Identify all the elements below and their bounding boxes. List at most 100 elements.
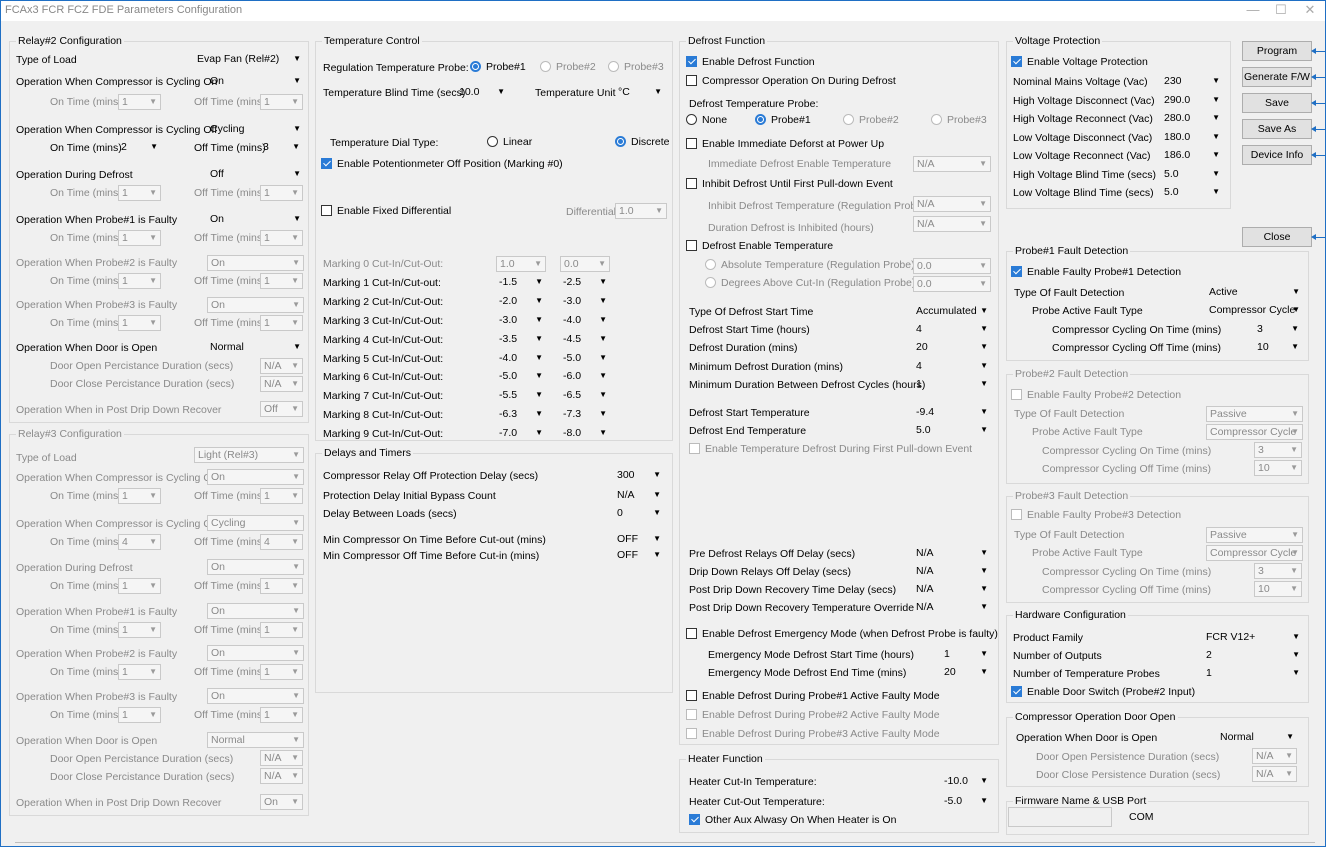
door-switch-checkbox[interactable]: Enable Door Switch (Probe#2 Input) bbox=[1011, 686, 1195, 699]
off-time-select[interactable]: 1 ▼ bbox=[260, 230, 303, 246]
marking-cutin-select[interactable]: 1.0 ▼ bbox=[496, 256, 546, 272]
inhibit-defrost-checkbox[interactable]: Inhibit Defrost Until First Pull-down Ev… bbox=[686, 178, 893, 191]
off-time-select[interactable]: 1 ▼ bbox=[260, 664, 303, 680]
off-time-select[interactable]: 1 ▼ bbox=[260, 488, 303, 504]
degrees-above-select[interactable]: 0.0 ▼ bbox=[913, 276, 991, 292]
relay3-door-select[interactable]: Normal ▼ bbox=[207, 732, 304, 748]
emergency-mode-checkbox[interactable]: Enable Defrost Emergency Mode (when Defr… bbox=[686, 628, 998, 641]
differential-select[interactable]: 1.0 ▼ bbox=[615, 203, 667, 219]
relay2-probe1-select[interactable]: On ▼ bbox=[207, 212, 304, 228]
marking-cutin-select[interactable]: -5.5 ▼ bbox=[496, 388, 546, 404]
duration-select[interactable]: 20 ▼ bbox=[913, 340, 991, 356]
active-fault-select[interactable]: Compressor Cycle ▼ bbox=[1206, 303, 1303, 319]
defrost-probe1-faulty-checkbox[interactable]: Enable Defrost During Probe#1 Active Fau… bbox=[686, 690, 940, 703]
marking-cutin-select[interactable]: -3.0 ▼ bbox=[496, 313, 546, 329]
off-time-select[interactable]: 1 ▼ bbox=[260, 185, 303, 201]
relay2-cycon-select[interactable]: On ▼ bbox=[207, 74, 304, 90]
voltage-select[interactable]: 5.0 ▼ bbox=[1161, 185, 1223, 201]
defrost-probe2-radio[interactable]: Probe#2 bbox=[843, 114, 899, 127]
on-time-select[interactable]: 1 ▼ bbox=[118, 707, 161, 723]
absolute-temp-select[interactable]: 0.0 ▼ bbox=[913, 258, 991, 274]
inhibit-temp-select[interactable]: N/A ▼ bbox=[913, 196, 991, 212]
close-window-icon[interactable]: ✕ bbox=[1298, 2, 1322, 18]
relay2-probe3-select[interactable]: On ▼ bbox=[207, 297, 304, 313]
marking-cutout-select[interactable]: -4.0 ▼ bbox=[560, 313, 610, 329]
immediate-temp-select[interactable]: N/A ▼ bbox=[913, 156, 991, 172]
on-time-select[interactable]: 1 ▼ bbox=[118, 488, 161, 504]
cyc-off-select[interactable]: 10 ▼ bbox=[1254, 460, 1302, 476]
device-info-button[interactable]: Device Info bbox=[1242, 145, 1312, 165]
relay3-type-select[interactable]: Light (Rel#3) ▼ bbox=[194, 447, 304, 463]
on-time-select[interactable]: 1 ▼ bbox=[118, 664, 161, 680]
em-end-select[interactable]: 20 ▼ bbox=[941, 665, 991, 681]
enable-probe3-fault-checkbox[interactable]: Enable Faulty Probe#3 Detection bbox=[1011, 509, 1181, 522]
relay3-postdrip-select[interactable]: On ▼ bbox=[260, 794, 303, 810]
defrost-probe1-radio[interactable]: Probe#1 bbox=[755, 114, 811, 127]
probes-select[interactable]: 1 ▼ bbox=[1203, 666, 1303, 682]
aux-always-on-checkbox[interactable]: Other Aux Alwasy On When Heater is On bbox=[689, 814, 896, 827]
heater-cutout-select[interactable]: -5.0 ▼ bbox=[941, 794, 991, 810]
enable-defrost-checkbox[interactable]: Enable Defrost Function bbox=[686, 56, 815, 69]
relay3-defrost-select[interactable]: On ▼ bbox=[207, 559, 304, 575]
cyc-off-select[interactable]: 10 ▼ bbox=[1254, 581, 1302, 597]
marking-cutout-select[interactable]: -6.0 ▼ bbox=[560, 369, 610, 385]
marking-cutout-select[interactable]: -2.5 ▼ bbox=[560, 275, 610, 291]
min-between-select[interactable]: 1 ▼ bbox=[913, 377, 991, 393]
defrost-probe3-faulty-checkbox[interactable]: Enable Defrost During Probe#3 Active Fau… bbox=[686, 728, 940, 741]
on-time-select[interactable]: 1 ▼ bbox=[118, 185, 161, 201]
maximize-icon[interactable]: ☐ bbox=[1269, 2, 1293, 18]
on-time-select[interactable]: 1 ▼ bbox=[118, 273, 161, 289]
delay-select[interactable]: 0 ▼ bbox=[614, 506, 664, 522]
off-time-select[interactable]: 1 ▼ bbox=[260, 315, 303, 331]
door-open-select[interactable]: N/A ▼ bbox=[260, 358, 303, 374]
post-override-select[interactable]: N/A ▼ bbox=[913, 600, 991, 616]
delay-select[interactable]: OFF ▼ bbox=[614, 532, 664, 548]
dial-discrete-radio[interactable]: Discrete bbox=[615, 136, 670, 149]
voltage-select[interactable]: 180.0 ▼ bbox=[1161, 130, 1223, 146]
off-time-select[interactable]: 1 ▼ bbox=[260, 273, 303, 289]
marking-cutin-select[interactable]: -6.3 ▼ bbox=[496, 407, 546, 423]
comp-on-defrost-checkbox[interactable]: Compressor Operation On During Defrost bbox=[686, 75, 896, 88]
heater-cutin-select[interactable]: -10.0 ▼ bbox=[941, 774, 991, 790]
on-time-select[interactable]: 1 ▼ bbox=[118, 578, 161, 594]
marking-cutin-select[interactable]: -4.0 ▼ bbox=[496, 351, 546, 367]
marking-cutout-select[interactable]: -6.5 ▼ bbox=[560, 388, 610, 404]
active-fault-select[interactable]: Compressor Cycle ▼ bbox=[1206, 545, 1303, 561]
defrost-enable-temp-checkbox[interactable]: Defrost Enable Temperature bbox=[686, 240, 833, 253]
voltage-select[interactable]: 280.0 ▼ bbox=[1161, 111, 1223, 127]
absolute-temp-radio[interactable]: Absolute Temperature (Regulation Probe) bbox=[705, 259, 915, 272]
marking-cutout-select[interactable]: -8.0 ▼ bbox=[560, 426, 610, 442]
marking-cutout-select[interactable]: -3.0 ▼ bbox=[560, 294, 610, 310]
save-button[interactable]: Save bbox=[1242, 93, 1312, 113]
enable-probe1-fault-checkbox[interactable]: Enable Faulty Probe#1 Detection bbox=[1011, 266, 1181, 279]
relay3-probe1-select[interactable]: On ▼ bbox=[207, 603, 304, 619]
defrost-probe2-faulty-checkbox[interactable]: Enable Defrost During Probe#2 Active Fau… bbox=[686, 709, 940, 722]
relay2-door-select[interactable]: Normal ▼ bbox=[207, 340, 304, 356]
start-temp-select[interactable]: -9.4 ▼ bbox=[913, 405, 991, 421]
voltage-select[interactable]: 5.0 ▼ bbox=[1161, 167, 1223, 183]
marking-cutin-select[interactable]: -2.0 ▼ bbox=[496, 294, 546, 310]
outputs-select[interactable]: 2 ▼ bbox=[1203, 648, 1303, 664]
firmware-name-field[interactable] bbox=[1008, 807, 1112, 827]
reg-probe2-radio[interactable]: Probe#2 bbox=[540, 61, 596, 74]
delay-select[interactable]: OFF ▼ bbox=[614, 548, 664, 564]
relay3-cycoff-select[interactable]: Cycling ▼ bbox=[207, 515, 304, 531]
defrost-probe-none-radio[interactable]: None bbox=[686, 114, 727, 127]
end-temp-select[interactable]: 5.0 ▼ bbox=[913, 423, 991, 439]
degrees-above-radio[interactable]: Degrees Above Cut-In (Regulation Probe) bbox=[705, 277, 915, 290]
em-start-select[interactable]: 1 ▼ bbox=[941, 647, 991, 663]
voltage-select[interactable]: 290.0 ▼ bbox=[1161, 93, 1223, 109]
start-time-select[interactable]: 4 ▼ bbox=[913, 322, 991, 338]
marking-cutout-select[interactable]: -7.3 ▼ bbox=[560, 407, 610, 423]
fault-type-select[interactable]: Passive ▼ bbox=[1206, 527, 1303, 543]
save-as-button[interactable]: Save As bbox=[1242, 119, 1312, 139]
blind-time-select[interactable]: 10.0 ▼ bbox=[456, 85, 508, 101]
comp-door-open-select[interactable]: N/A ▼ bbox=[1252, 748, 1297, 764]
dial-linear-radio[interactable]: Linear bbox=[487, 136, 532, 149]
inhibit-duration-select[interactable]: N/A ▼ bbox=[913, 216, 991, 232]
off-time-select[interactable]: 1 ▼ bbox=[260, 707, 303, 723]
relay2-probe2-select[interactable]: On ▼ bbox=[207, 255, 304, 271]
marking-cutin-select[interactable]: -7.0 ▼ bbox=[496, 426, 546, 442]
pre-delay-select[interactable]: N/A ▼ bbox=[913, 546, 991, 562]
on-time-select[interactable]: 1 ▼ bbox=[118, 230, 161, 246]
